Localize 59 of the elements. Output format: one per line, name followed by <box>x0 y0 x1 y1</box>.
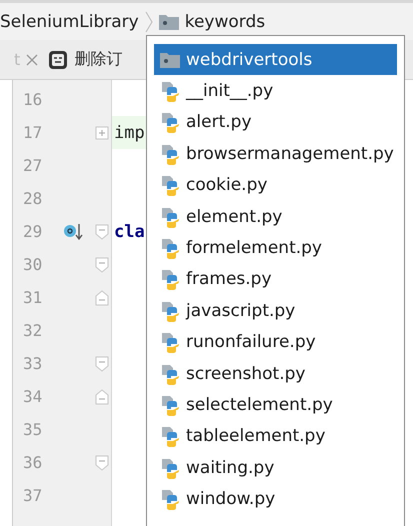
python-file-icon <box>160 300 180 322</box>
python-file-icon <box>160 142 180 165</box>
popup-item[interactable]: element.py <box>154 200 397 232</box>
folder-icon <box>160 52 180 68</box>
popup-item[interactable]: __init__.py <box>154 75 397 107</box>
line-number: 16 <box>23 90 44 109</box>
popup-item[interactable]: waiting.py <box>154 452 397 484</box>
line-number: 17 <box>23 123 44 142</box>
popup-item[interactable]: tableelement.py <box>154 420 397 452</box>
popup-item[interactable]: window.py <box>154 483 397 515</box>
folder-icon <box>158 14 179 30</box>
robot-icon <box>48 50 68 70</box>
python-file-icon <box>160 425 180 448</box>
popup-item[interactable]: webdrivertools <box>154 44 397 76</box>
line-number: 30 <box>23 255 44 274</box>
line-number: 29 <box>23 222 44 241</box>
popup-item[interactable]: selectelement.py <box>154 389 397 421</box>
popup-item[interactable]: browsermanagement.py <box>154 138 397 170</box>
python-file-icon <box>160 331 180 354</box>
python-file-icon <box>160 80 180 102</box>
line-number: 32 <box>23 321 44 340</box>
popup-item[interactable]: formelement.py <box>154 232 397 264</box>
line-number: 28 <box>23 189 44 208</box>
python-file-icon <box>160 174 180 196</box>
fold-icon[interactable] <box>95 224 109 240</box>
popup-item[interactable]: runonfailure.py <box>154 326 397 358</box>
python-file-icon <box>160 362 180 385</box>
python-file-icon <box>160 394 180 416</box>
popup-item[interactable]: cookie.py <box>154 170 397 201</box>
breadcrumb-item[interactable]: SeleniumLibrary <box>0 12 139 32</box>
popup-item[interactable]: alert.py <box>154 106 397 138</box>
tab-label[interactable]: 删除订 <box>74 49 122 70</box>
line-number: 27 <box>23 156 44 175</box>
python-file-icon <box>160 456 180 479</box>
popup-item[interactable]: screenshot.py <box>154 358 397 390</box>
line-number: 34 <box>23 387 44 406</box>
line-number: 37 <box>23 486 44 505</box>
python-file-icon <box>160 488 180 510</box>
python-file-icon <box>160 237 180 260</box>
line-number: 31 <box>23 288 44 307</box>
fold-icon[interactable] <box>95 454 109 470</box>
python-file-icon <box>160 111 180 134</box>
python-file-icon <box>160 206 180 228</box>
fold-end-icon[interactable] <box>95 290 109 306</box>
line-number: 35 <box>23 420 44 439</box>
breadcrumb-item[interactable]: keywords <box>184 12 266 32</box>
chevron-icon <box>144 10 153 32</box>
line-number: 36 <box>23 453 44 472</box>
override-marker-icon[interactable] <box>63 222 85 240</box>
popup-item[interactable]: javascript.py <box>154 295 397 327</box>
expand-icon[interactable] <box>95 126 109 140</box>
popup-item[interactable]: frames.py <box>154 264 397 296</box>
fold-icon[interactable] <box>95 256 109 272</box>
python-file-icon <box>160 268 180 290</box>
fold-icon[interactable] <box>95 356 109 372</box>
close-icon[interactable] <box>26 54 38 66</box>
line-number: 33 <box>23 354 44 373</box>
code-line: cla <box>113 220 146 244</box>
fold-end-icon[interactable] <box>95 388 109 404</box>
